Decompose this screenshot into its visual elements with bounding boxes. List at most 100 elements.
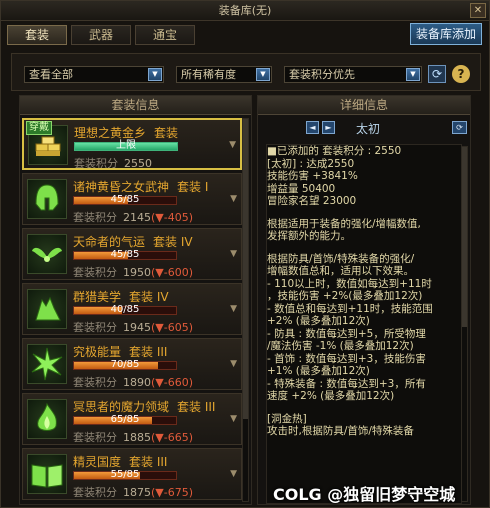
- set-item[interactable]: 群猎美学 套装 IV 40/85 套装积分 1945(▼-605) ▼: [22, 283, 242, 335]
- tab-set[interactable]: 套装: [7, 25, 67, 45]
- refresh-icon[interactable]: ⟳: [428, 65, 446, 83]
- detail-line: ■已添加的 套装积分 : 2550: [267, 145, 402, 157]
- set-name-text: 精灵国度: [73, 455, 122, 469]
- chevron-down-icon[interactable]: ▼: [229, 140, 236, 150]
- wings-icon: [27, 234, 67, 274]
- score-label: 套装积分: [73, 211, 117, 224]
- sort-select[interactable]: 套装积分优先 ▼: [284, 66, 422, 83]
- set-score: 套装积分 2145(▼-405): [73, 209, 193, 225]
- detail-text: ■已添加的 套装积分 : 2550 [太初] : 达成2550 技能伤害 +3841…: [266, 144, 462, 504]
- set-name-text: 究极能量: [73, 345, 122, 359]
- watermark: COLG @独留旧梦守空城: [273, 485, 456, 504]
- tab-coin[interactable]: 通宝: [135, 25, 195, 45]
- score-diff: (▼-600): [151, 266, 194, 279]
- detail-line: 增益量 50400: [267, 182, 336, 195]
- set-item[interactable]: 冥思者的魔力领域 套装 III 65/85 套装积分 1885(▼-665) ▼: [22, 393, 242, 445]
- rarity-select-value: 所有稀有度: [181, 68, 236, 81]
- helmet-icon: [27, 179, 67, 219]
- set-list-scrollbar[interactable]: [242, 118, 249, 502]
- set-score: 套装积分 1875(▼-675): [73, 484, 193, 500]
- equipment-library-window: 装备库(无) ✕ 套装 武器 通宝 装备库添加 查看全部 ▼ 所有稀有度 ▼ 套…: [0, 0, 490, 508]
- detail-line: - 防具 : 数值每达到+5，所受物理: [267, 327, 426, 340]
- set-progress-bar: 45/85: [73, 250, 177, 260]
- chevron-down-icon[interactable]: ▼: [230, 194, 237, 204]
- detail-line: ，技能伤害 +2%(最多叠加12次): [267, 290, 423, 302]
- detail-line: [267, 243, 461, 253]
- detail-info-header: 详细信息: [258, 96, 470, 115]
- set-name-text: 天命者的气运: [73, 235, 146, 249]
- set-tier: 套装 III: [129, 345, 168, 359]
- detail-line: 增幅数值总和，适用以下效果。: [267, 265, 414, 277]
- set-item[interactable]: 诸神黄昏之女武神 套装 I 45/85 套装积分 2145(▼-405) ▼: [22, 173, 242, 225]
- set-tier: 套装: [154, 126, 179, 140]
- rarity-select[interactable]: 所有稀有度 ▼: [176, 66, 272, 83]
- set-item[interactable]: 天命者的气运 套装 IV 45/85 套装积分 1950(▼-600) ▼: [22, 228, 242, 280]
- detail-line: [洞金热]: [267, 412, 307, 425]
- score-label: 套装积分: [73, 266, 117, 279]
- detail-line: 发挥额外的能力。: [267, 230, 351, 242]
- progress-text: 上限: [116, 140, 136, 151]
- chevron-down-icon[interactable]: ▼: [230, 249, 237, 259]
- score-diff: (▼-660): [151, 376, 194, 389]
- view-select[interactable]: 查看全部 ▼: [24, 66, 164, 83]
- chevron-down-icon[interactable]: ▼: [230, 414, 237, 424]
- score-diff: (▼-665): [151, 431, 194, 444]
- set-name: 群猎美学 套装 IV: [73, 288, 169, 305]
- detail-line: +1% (最多叠加12次): [267, 365, 370, 377]
- add-to-library-button[interactable]: 装备库添加: [410, 23, 482, 45]
- detail-line: 冒险家名望 23000: [267, 195, 357, 207]
- set-item[interactable]: 理想之黄金乡 套装 上限 套装积分 2550 ▼ 穿戴: [22, 118, 242, 170]
- prev-icon[interactable]: ◄: [306, 121, 319, 134]
- chevron-down-icon[interactable]: ▼: [230, 304, 237, 314]
- detail-nav: ◄ ► 太初 ⟳: [258, 118, 470, 138]
- book-icon: [27, 454, 67, 494]
- scrollbar-thumb[interactable]: [243, 119, 248, 419]
- set-tier: 套装 III: [177, 400, 216, 414]
- refresh-icon[interactable]: ⟳: [452, 121, 467, 134]
- set-score: 套装积分 1950(▼-600): [73, 264, 193, 280]
- view-select-value: 查看全部: [29, 68, 73, 81]
- detail-line: - 首饰 : 数值每达到+3，技能伤害: [267, 352, 426, 365]
- detail-line: - 特殊装备 : 数值每达到+3，所有: [267, 377, 426, 390]
- chevron-down-icon[interactable]: ▼: [230, 469, 237, 479]
- score-value: 2550: [124, 157, 152, 170]
- set-name: 理想之黄金乡 套装: [74, 124, 178, 141]
- progress-text: 45/85: [110, 194, 140, 205]
- score-label: 套装积分: [73, 431, 117, 444]
- score-diff: (▼-605): [151, 321, 194, 334]
- chevron-down-icon: ▼: [406, 68, 420, 81]
- filter-bar: 查看全部 ▼ 所有稀有度 ▼ 套装积分优先 ▼ ⟳ ?: [11, 53, 481, 91]
- scrollbar-thumb[interactable]: [462, 147, 467, 327]
- equipped-badge: 穿戴: [26, 121, 52, 135]
- set-progress-bar: 45/85: [73, 194, 177, 205]
- tab-weapon[interactable]: 武器: [71, 25, 131, 45]
- progress-text: 65/85: [110, 414, 140, 425]
- detail-nav-title: 太初: [355, 122, 380, 136]
- score-value: 1875: [123, 486, 151, 499]
- score-label: 套装积分: [73, 321, 117, 334]
- score-diff: (▼-675): [151, 486, 194, 499]
- detail-scrollbar[interactable]: [461, 146, 468, 502]
- score-value: 1945: [123, 321, 151, 334]
- set-score: 套装积分 2550: [74, 155, 152, 171]
- set-name: 究极能量 套装 III: [73, 343, 167, 360]
- detail-line: 技能伤害 +3841%: [267, 170, 358, 182]
- set-progress-bar: 55/85: [73, 470, 177, 480]
- score-label: 套装积分: [73, 376, 117, 389]
- set-item[interactable]: 精灵国度 套装 III 55/85 套装积分 1875(▼-675) ▼: [22, 448, 242, 500]
- set-tier: 套装 III: [129, 455, 168, 469]
- set-name: 冥思者的魔力领域 套装 III: [73, 398, 215, 415]
- score-value: 1885: [123, 431, 151, 444]
- set-item[interactable]: 究极能量 套装 III 70/85 套装积分 1890(▼-660) ▼: [22, 338, 242, 390]
- set-tier: 套装 IV: [153, 235, 193, 249]
- set-info-header: 套装信息: [20, 96, 251, 115]
- set-name-text: 理想之黄金乡: [74, 126, 147, 140]
- chevron-down-icon[interactable]: ▼: [230, 359, 237, 369]
- detail-line: /魔法伤害 -1% (最多叠加12次): [267, 340, 414, 352]
- help-icon[interactable]: ?: [452, 65, 470, 83]
- close-button[interactable]: ✕: [470, 3, 486, 18]
- sort-select-value: 套装积分优先: [289, 68, 355, 81]
- score-value: 1950: [123, 266, 151, 279]
- detail-line: 根据适用于装备的强化/增幅数值,: [267, 217, 421, 230]
- set-score: 套装积分 1885(▼-665): [73, 429, 193, 445]
